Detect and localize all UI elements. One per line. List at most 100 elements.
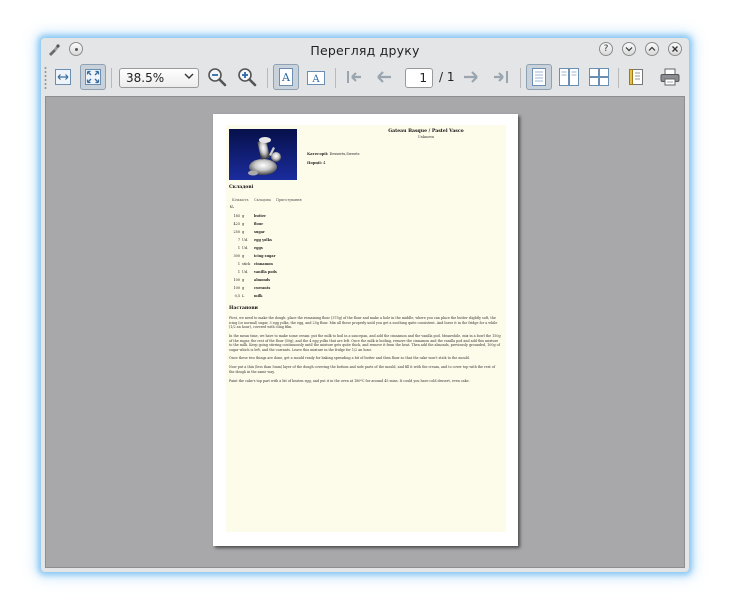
zoom-value: 38.5% bbox=[126, 71, 165, 85]
ingredient-group: U. bbox=[230, 205, 235, 209]
ingredient-amount: 100 bbox=[233, 278, 240, 282]
zoom-out-button[interactable] bbox=[204, 64, 230, 90]
instructions-heading: Настанови bbox=[229, 306, 258, 311]
zoom-in-icon bbox=[238, 68, 257, 87]
toolbar-separator bbox=[618, 68, 619, 88]
svg-text:A: A bbox=[281, 71, 291, 84]
ingredient-row: 100 g almonds bbox=[226, 278, 346, 286]
ingredient-amount: 425 bbox=[233, 222, 240, 226]
document-page: Gateau Basque / Pastel Vasco Unknown Кат… bbox=[213, 114, 518, 546]
facing-pages-icon bbox=[559, 68, 579, 86]
single-page-icon bbox=[532, 68, 546, 86]
ingredient-unit: g bbox=[242, 214, 245, 218]
zoom-out-icon bbox=[208, 68, 227, 87]
title-bar[interactable]: Перегляд друку ? bbox=[41, 38, 689, 62]
ingredient-name: eggs bbox=[254, 246, 263, 250]
single-page-button[interactable] bbox=[526, 64, 552, 90]
facing-pages-button[interactable] bbox=[556, 64, 582, 90]
first-page-icon bbox=[347, 71, 361, 83]
ingredient-amount: 100 bbox=[233, 286, 240, 290]
instruction-paragraph: First, we need to make the dough: place … bbox=[229, 316, 498, 329]
ingredient-row: 1 Ud. eggs bbox=[226, 246, 346, 254]
ingredient-name: icing sugar bbox=[254, 254, 276, 258]
toolbar-separator bbox=[520, 68, 521, 88]
ingredient-row: 0,5 Lmilk bbox=[226, 294, 346, 302]
ingredient-unit: g bbox=[242, 278, 245, 282]
ingredient-row: 1 stick cinnamon bbox=[226, 262, 346, 270]
servings-label: Порції: bbox=[307, 161, 323, 165]
print-button[interactable] bbox=[657, 64, 683, 90]
toolbar-grip[interactable] bbox=[44, 66, 47, 90]
first-page-button[interactable] bbox=[341, 64, 367, 90]
help-button[interactable]: ? bbox=[599, 42, 613, 56]
page-setup-button[interactable] bbox=[625, 64, 651, 90]
portrait-button[interactable]: A bbox=[273, 64, 299, 90]
window-title: Перегляд друку bbox=[310, 43, 420, 58]
recipe-title: Gateau Basque / Pastel Vasco bbox=[388, 129, 464, 134]
ingredient-row: 425 g flour bbox=[226, 222, 346, 230]
close-button[interactable] bbox=[668, 42, 682, 56]
page-content: Gateau Basque / Pastel Vasco Unknown Кат… bbox=[226, 125, 506, 532]
ingredient-amount: 300 bbox=[233, 254, 240, 258]
ingredient-unit: g bbox=[242, 254, 245, 258]
ingredient-col-amount: Кількість bbox=[232, 198, 249, 202]
preview-area[interactable]: Gateau Basque / Pastel Vasco Unknown Кат… bbox=[45, 96, 685, 568]
ingredient-row: 7 Ud. egg yolks bbox=[226, 238, 346, 246]
ingredient-col-food: Складова bbox=[254, 198, 271, 202]
ingredient-unit: L bbox=[242, 294, 245, 298]
print-preview-window: Перегляд друку ? 38.5% A A 1 / 1 Gateau … bbox=[41, 38, 689, 572]
previous-page-button[interactable] bbox=[371, 64, 397, 90]
ingredient-unit: Ud. bbox=[242, 238, 249, 242]
ingredient-name: vanilla pods bbox=[254, 270, 277, 274]
ingredient-row: 250 g sugar bbox=[226, 230, 346, 238]
instruction-paragraph: In the mean time, we have to make some c… bbox=[229, 334, 501, 352]
ingredient-name: butter bbox=[254, 214, 266, 218]
ingredient-amount: 250 bbox=[233, 230, 240, 234]
ingredient-unit: Ud. bbox=[242, 246, 249, 250]
ingredient-name: egg yolks bbox=[254, 238, 272, 242]
recipe-photo bbox=[229, 129, 297, 180]
landscape-button[interactable]: A bbox=[303, 64, 329, 90]
fit-page-button[interactable] bbox=[80, 64, 106, 90]
landscape-page-icon: A bbox=[307, 71, 325, 85]
zoom-select[interactable]: 38.5% bbox=[119, 68, 199, 88]
servings-value: 4 bbox=[323, 161, 326, 165]
ingredient-unit: g bbox=[242, 222, 245, 226]
last-page-button[interactable] bbox=[488, 64, 514, 90]
page-number-input[interactable]: 1 bbox=[405, 68, 433, 88]
ingredient-amount: 1 bbox=[237, 262, 240, 266]
ingredient-unit: g bbox=[242, 286, 245, 290]
arrow-left-icon bbox=[377, 71, 391, 83]
grid-pages-icon bbox=[589, 68, 609, 86]
next-page-button[interactable] bbox=[458, 64, 484, 90]
fit-width-icon bbox=[55, 69, 71, 85]
ingredient-name: flour bbox=[254, 222, 263, 226]
ingredient-amount: 1 bbox=[237, 246, 240, 250]
ingredient-name: sugar bbox=[254, 230, 265, 234]
recipe-servings: Порції: 4 bbox=[307, 161, 325, 165]
minimize-button[interactable] bbox=[622, 42, 636, 56]
ingredient-row: 1 Ud. vanilla pods bbox=[226, 270, 346, 278]
toolbar-separator bbox=[111, 68, 112, 88]
recipe-author: Unknown bbox=[417, 135, 435, 139]
ingredient-name: cinnamon bbox=[254, 262, 273, 266]
ingredient-unit: Ud. bbox=[242, 270, 249, 274]
instruction-paragraph: Once these two things are done, get a mo… bbox=[229, 356, 470, 360]
toolbar-separator bbox=[335, 68, 336, 88]
close-icon bbox=[672, 46, 678, 52]
ingredient-unit: g bbox=[242, 230, 245, 234]
ingredient-amount: 1 bbox=[237, 270, 240, 274]
overview-button[interactable] bbox=[586, 64, 612, 90]
arrow-right-icon bbox=[464, 71, 478, 83]
ingredient-unit: stick bbox=[242, 262, 251, 266]
category-label: Категорії: bbox=[307, 152, 329, 156]
chevron-down-icon bbox=[625, 47, 633, 52]
ingredient-col-prep: Приготування bbox=[276, 198, 302, 202]
zoom-in-button[interactable] bbox=[234, 64, 260, 90]
ingredient-amount: 185 bbox=[233, 214, 240, 218]
maximize-button[interactable] bbox=[645, 42, 659, 56]
printer-icon bbox=[660, 68, 680, 86]
fit-width-button[interactable] bbox=[50, 64, 76, 90]
ingredient-name: milk bbox=[254, 294, 263, 298]
ingredient-amount: 7 bbox=[237, 238, 240, 242]
